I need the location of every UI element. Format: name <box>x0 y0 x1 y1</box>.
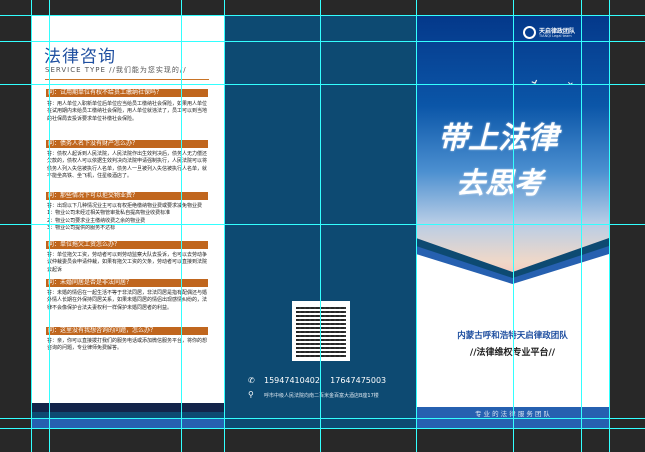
guide-vertical <box>513 0 514 452</box>
question-5: 问：未婚同居是否是非法同居？ <box>46 279 208 287</box>
question-1: 问：试用期单位有权不给员工缴纳社保吗？ <box>46 89 208 97</box>
slogan-line-2: 去思考 <box>456 166 544 200</box>
guide-vertical <box>581 0 582 452</box>
answer-3: 答：出现以下几种情况业主可以有权拒绝缴纳物业费或要求减免物业费 1：物业公司未经… <box>47 203 203 231</box>
slogan-line-1: 带上法律 <box>438 121 558 156</box>
phone-numbers: 15947410402 17647475003 <box>264 376 387 385</box>
logo-subtext: TIANQI Legal team <box>539 34 572 38</box>
phone-icon: ✆ <box>248 376 255 385</box>
guide-vertical <box>416 0 417 452</box>
logo-icon <box>523 26 536 39</box>
guide-vertical <box>609 0 610 452</box>
guide-vertical <box>320 0 321 452</box>
guide-horizontal <box>0 15 645 16</box>
question-3: 问：那些情况下可以拒交物业费？ <box>46 192 208 200</box>
left-panel: 法律咨询 SERVICE TYPE //我们能为您实现的// 问：试用期单位有权… <box>31 15 224 428</box>
guide-horizontal <box>0 428 645 429</box>
guide-vertical <box>49 0 50 452</box>
guide-horizontal <box>0 84 645 85</box>
guide-vertical <box>31 0 32 452</box>
footer-band-dark <box>31 403 224 412</box>
map-pin-icon: ⚲ <box>248 390 254 399</box>
question-6: 问：这里没有我想咨询的问题，怎么办？ <box>46 327 208 335</box>
answer-6: 答：亲，你可以直接拨打我们的服务电话或添加微信服务平台，将你的想咨询的问题，专业… <box>47 338 208 352</box>
qr-code <box>292 301 350 361</box>
address: 呼市中级人民法院向南二百米金百富大酒店B座17楼 <box>264 393 379 399</box>
guide-horizontal <box>0 418 645 419</box>
panel-subtitle: SERVICE TYPE //我们能为您实现的// <box>45 66 187 74</box>
answer-2: 答：债权人起诉到人民法院，人民法院作出生效判决后，债务人无力偿还欠款的，债权人可… <box>47 151 208 179</box>
divider <box>45 79 209 80</box>
footer-band-blue <box>31 418 224 428</box>
answer-4: 答：单位拖欠工资，劳动者可以到劳动监察大队去投诉，也可以去劳动争议仲裁委员会申请… <box>47 252 208 273</box>
question-2: 问：债务人名下没有财产怎么办？ <box>46 140 208 148</box>
guide-horizontal <box>0 224 645 225</box>
guide-vertical <box>181 0 182 452</box>
answer-5: 答：未婚的情侣在一起生活不等于非法同居，非法同居是指有配偶还与婚外情人长期在外保… <box>47 290 208 311</box>
guide-horizontal <box>0 41 645 42</box>
panel-title: 法律咨询 <box>44 47 116 67</box>
guide-vertical <box>224 0 225 452</box>
question-4: 问：单位拖欠工资怎么办？ <box>46 241 208 249</box>
answer-1: 答：用人单位入职新单位后单位应当给员工缴纳社会保险，如果用人单位在试用期内未给员… <box>47 101 208 122</box>
